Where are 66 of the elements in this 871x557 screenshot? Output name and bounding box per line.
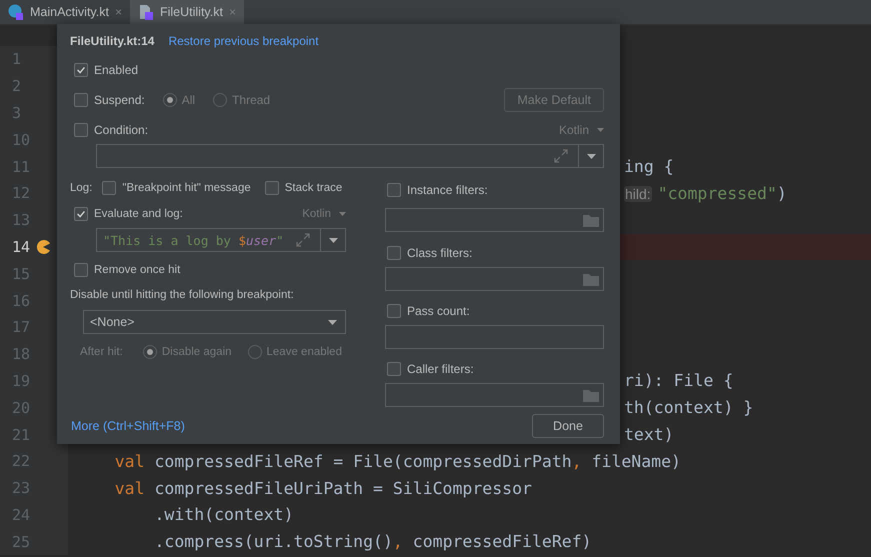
- checkbox-label: Caller filters:: [407, 362, 474, 376]
- close-icon[interactable]: ×: [114, 5, 122, 19]
- checkbox[interactable]: [74, 263, 88, 277]
- checkbox-label: Pass count:: [407, 304, 470, 318]
- code-line: val compressedFileUriPath = SiliCompressor: [114, 478, 532, 498]
- checkbox-label: Class filters:: [407, 246, 472, 260]
- code-line: hild: "compressed"): [624, 184, 787, 203]
- checkbox-label: Enabled: [94, 63, 138, 77]
- code-line: .compress(uri.toString(), compressedFileRef): [153, 532, 592, 552]
- code-line: val compressedFileRef = File(compressedDirPath, fileName): [114, 452, 681, 471]
- checkbox-label: Remove once hit: [94, 264, 180, 276]
- code-line: ing {: [624, 157, 674, 176]
- checkbox[interactable]: [74, 123, 88, 137]
- kotlin-file-icon: [138, 4, 154, 20]
- checkbox[interactable]: [387, 304, 401, 318]
- dropdown-arrow-icon[interactable]: [328, 320, 337, 324]
- breakpoint-dropdown[interactable]: <None>: [83, 310, 346, 334]
- log-label: Log:: [70, 182, 92, 194]
- checkbox[interactable]: [74, 63, 88, 77]
- checkbox[interactable]: [102, 181, 116, 195]
- code-line: .with(context): [153, 505, 294, 524]
- checkbox[interactable]: [387, 246, 401, 260]
- checkbox-label: "Breakpoint hit" message: [122, 182, 251, 194]
- caret-icon: [339, 212, 346, 216]
- code-line: th(context) }: [624, 398, 754, 418]
- code-line: text): [624, 425, 674, 444]
- dialog-title: FileUtility.kt:14: [70, 34, 154, 48]
- checkbox-label: Condition:: [94, 123, 148, 137]
- restore-link[interactable]: Restore previous breakpoint: [168, 34, 319, 48]
- expression-field[interactable]: "This is a log by $user": [96, 228, 346, 252]
- file-tab[interactable]: MainActivity.kt ×: [0, 0, 130, 24]
- condition-field[interactable]: [96, 144, 604, 168]
- done-button[interactable]: Done: [532, 414, 604, 438]
- folder-icon[interactable]: [583, 388, 599, 402]
- folder-icon[interactable]: [583, 214, 599, 226]
- expand-icon[interactable]: [554, 149, 568, 163]
- expand-icon[interactable]: [296, 233, 310, 247]
- dropdown-arrow-icon[interactable]: [586, 154, 596, 158]
- file-tab[interactable]: FileUtility.kt ×: [130, 0, 244, 24]
- folder-icon[interactable]: [583, 272, 599, 286]
- line-number: 14: [12, 238, 30, 256]
- caret-icon: [597, 128, 604, 132]
- language-selector[interactable]: Kotlin: [302, 208, 331, 220]
- dropdown-arrow-icon[interactable]: [328, 238, 338, 242]
- code-line: ri): File {: [624, 371, 734, 390]
- section-label: Disable until hitting the following breakpoint:: [70, 289, 294, 301]
- filter-field[interactable]: [385, 325, 604, 349]
- checkbox[interactable]: [264, 181, 279, 195]
- language-selector[interactable]: Kotlin: [558, 123, 589, 137]
- checkbox-label: Evaluate and log:: [94, 208, 183, 220]
- checkbox[interactable]: [74, 207, 88, 221]
- more-link[interactable]: More (Ctrl+Shift+F8): [71, 419, 185, 433]
- close-icon[interactable]: ×: [228, 5, 236, 19]
- breakpoint-icon[interactable]: [35, 238, 51, 255]
- filter-field[interactable]: [385, 208, 604, 232]
- check-icon: [75, 208, 87, 220]
- after-hit-label: After hit:: [80, 346, 123, 358]
- filter-field[interactable]: [385, 383, 604, 407]
- checkbox[interactable]: [387, 362, 401, 376]
- kotlin-class-icon: [8, 4, 24, 20]
- filter-field[interactable]: [385, 267, 604, 291]
- checkbox-label: Stack trace: [284, 182, 342, 194]
- check-icon: [75, 64, 87, 76]
- checkbox-label: Instance filters:: [407, 183, 488, 197]
- checkbox[interactable]: [387, 183, 401, 197]
- checkbox-label: Suspend:: [94, 93, 145, 107]
